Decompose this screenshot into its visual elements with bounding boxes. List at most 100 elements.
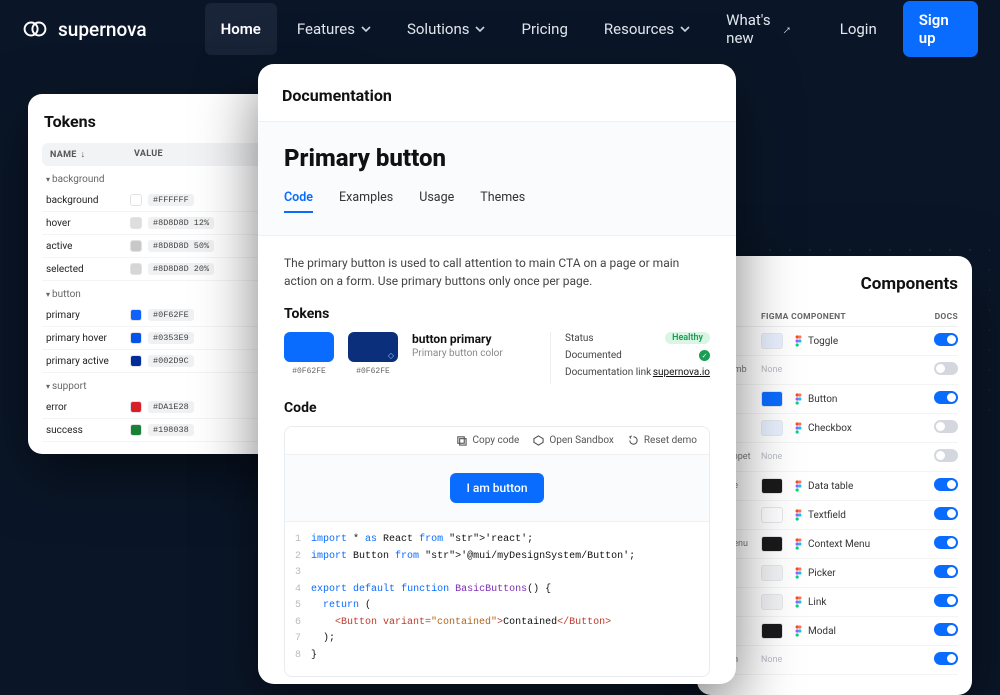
line-number: 8	[285, 648, 311, 665]
component-thumb	[761, 623, 783, 639]
chevron-down-icon	[475, 20, 485, 38]
component-row[interactable]: adcrumbNone	[711, 356, 958, 385]
token-hex: #002D9C	[148, 355, 194, 367]
component-row[interactable]: le SnippetNone	[711, 443, 958, 472]
copy-icon	[456, 435, 467, 446]
docs-toggle[interactable]	[934, 507, 958, 520]
figma-icon	[794, 538, 803, 550]
components-title: Components	[711, 274, 958, 294]
demo-primary-button[interactable]: I am button	[450, 473, 543, 503]
brand-name: supernova	[58, 18, 147, 41]
nav-link-features[interactable]: Features	[281, 3, 387, 55]
open-sandbox-button[interactable]: Open Sandbox	[533, 435, 614, 446]
nav-link-solutions[interactable]: Solutions	[391, 3, 502, 55]
docs-toggle[interactable]	[934, 536, 958, 549]
token-swatch: ◇	[348, 332, 398, 362]
token-hex: #8D8D8D 20%	[148, 263, 214, 275]
figma-icon	[794, 596, 803, 608]
token-name: background	[46, 195, 130, 206]
code-line: <Button variant="contained">Contained</B…	[311, 615, 611, 632]
docs-toggle[interactable]	[934, 478, 958, 491]
line-number: 2	[285, 549, 311, 566]
component-thumb	[761, 507, 783, 523]
code-line: export default function BasicButtons() {	[311, 582, 551, 599]
component-row[interactable]: tonButton	[711, 385, 958, 414]
tab-examples[interactable]: Examples	[339, 190, 393, 213]
brand[interactable]: supernova	[22, 16, 147, 42]
component-thumb	[761, 420, 783, 436]
component-row[interactable]: odownNone	[711, 646, 958, 675]
docs-toggle[interactable]	[934, 362, 958, 375]
docs-toggle[interactable]	[934, 594, 958, 607]
reset-demo-button[interactable]: Reset demo	[628, 435, 697, 446]
chevron-down-icon	[680, 20, 690, 38]
component-fig-name: Link	[808, 597, 826, 608]
token-hex: #FFFFFF	[148, 194, 194, 206]
nav-link-resources[interactable]: Resources	[588, 3, 706, 55]
component-fig-name: Context Menu	[808, 539, 870, 550]
component-fig-name: Textfield	[808, 510, 846, 521]
docs-toggle[interactable]	[934, 391, 958, 404]
code-line: return (	[311, 598, 371, 615]
doc-description: The primary button is used to call atten…	[284, 254, 710, 290]
component-row[interactable]: ckboxCheckbox	[711, 414, 958, 443]
tab-usage[interactable]: Usage	[419, 190, 454, 213]
external-link-icon: →	[775, 19, 796, 40]
doc-tokens-heading: Tokens	[284, 306, 710, 322]
token-swatch	[130, 401, 142, 413]
component-row[interactable]: fieldTextfield	[711, 501, 958, 530]
component-row[interactable]: ext MenuContext Menu	[711, 530, 958, 559]
copy-code-button[interactable]: Copy code	[456, 435, 519, 446]
nav-link-home[interactable]: Home	[205, 3, 277, 55]
signup-button[interactable]: Sign up	[903, 1, 978, 57]
login-link[interactable]: Login	[828, 12, 889, 46]
tab-code[interactable]: Code	[284, 190, 313, 213]
nav-link-what-s-new[interactable]: What's new→	[710, 3, 808, 55]
reset-icon	[628, 435, 639, 446]
token-hex: #8D8D8D 12%	[148, 217, 214, 229]
documentation-card: Documentation Primary button CodeExample…	[258, 64, 736, 684]
tab-themes[interactable]: Themes	[480, 190, 525, 213]
docs-toggle[interactable]	[934, 420, 958, 433]
token-hex: #DA1E28	[148, 401, 194, 413]
docs-toggle[interactable]	[934, 333, 958, 346]
component-thumb	[761, 536, 783, 552]
nav-link-pricing[interactable]: Pricing	[505, 3, 583, 55]
code-line: import * as React from "str">'react';	[311, 532, 533, 549]
component-row[interactable]: gleToggle	[711, 327, 958, 356]
token-info-desc: Primary button color	[412, 348, 536, 359]
token-tile[interactable]: #0F62FE	[284, 332, 334, 376]
component-row[interactable]: Link	[711, 588, 958, 617]
brand-logo-icon	[22, 16, 48, 42]
code-card: Copy code Open Sandbox Reset demo I am b…	[284, 426, 710, 677]
token-name: primary hover	[46, 333, 130, 344]
component-fig-name: Button	[808, 394, 837, 405]
line-number: 1	[285, 532, 311, 549]
component-fig-name: Checkbox	[808, 423, 852, 434]
token-swatch	[130, 332, 142, 344]
docs-toggle[interactable]	[934, 623, 958, 636]
docs-toggle[interactable]	[934, 652, 958, 665]
doc-link[interactable]: supernova.io	[653, 367, 710, 378]
token-name: selected	[46, 264, 130, 275]
figma-icon	[794, 335, 803, 347]
token-name: hover	[46, 218, 130, 229]
token-hex: #0F62FE	[284, 367, 334, 376]
token-swatch	[130, 217, 142, 229]
component-row[interactable]: erPicker	[711, 559, 958, 588]
docs-toggle[interactable]	[934, 449, 958, 462]
component-thumb	[761, 478, 783, 494]
token-hex: #8D8D8D 50%	[148, 240, 214, 252]
top-nav: supernova HomeFeaturesSolutionsPricingRe…	[0, 0, 1000, 58]
figma-icon	[794, 509, 803, 521]
figma-icon	[794, 567, 803, 579]
component-row[interactable]: alModal	[711, 617, 958, 646]
token-swatch	[130, 240, 142, 252]
component-fig-name: Picker	[808, 568, 836, 579]
token-tile[interactable]: ◇ #0F62FE	[348, 332, 398, 376]
component-none: None	[761, 655, 782, 665]
token-name: primary	[46, 310, 130, 321]
docs-toggle[interactable]	[934, 565, 958, 578]
component-fig-name: Data table	[808, 481, 853, 492]
component-row[interactable]: a tableData table	[711, 472, 958, 501]
